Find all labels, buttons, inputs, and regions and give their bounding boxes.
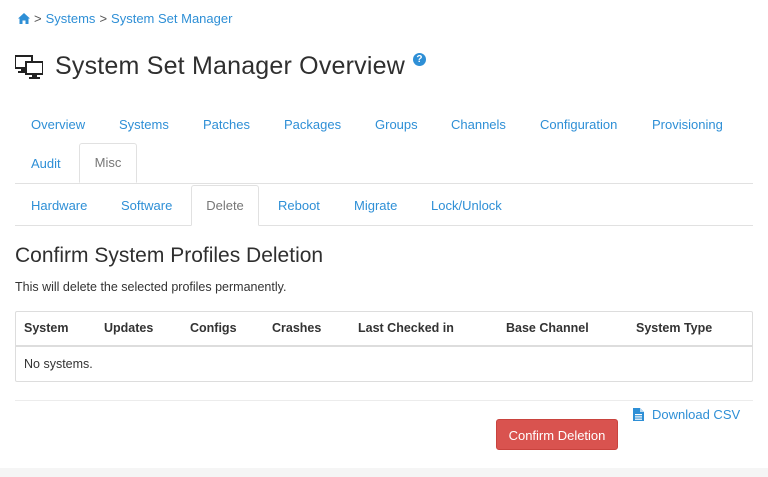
home-icon[interactable] [18, 13, 30, 24]
tab-delete[interactable]: Delete [191, 185, 259, 226]
help-icon[interactable]: ? [412, 53, 426, 66]
tab-provisioning[interactable]: Provisioning [652, 117, 723, 132]
tab-software[interactable]: Software [121, 198, 172, 213]
column-crashes[interactable]: Crashes [272, 321, 321, 335]
tab-misc[interactable]: Misc [79, 143, 137, 183]
column-last-checked-in[interactable]: Last Checked in [358, 321, 454, 335]
breadcrumb-separator: > [34, 11, 42, 26]
section-description: This will delete the selected profiles p… [15, 280, 287, 294]
tab-channels[interactable]: Channels [451, 117, 506, 132]
tab-systems[interactable]: Systems [119, 117, 169, 132]
column-base-channel[interactable]: Base Channel [506, 321, 589, 335]
systems-table: System Updates Configs Crashes Last Chec… [15, 311, 753, 382]
confirm-deletion-button[interactable]: Confirm Deletion [496, 419, 618, 450]
page-title: System Set Manager Overview [55, 52, 405, 80]
column-updates[interactable]: Updates [104, 321, 153, 335]
tab-groups[interactable]: Groups [375, 117, 418, 132]
breadcrumb-systems-link[interactable]: Systems [46, 11, 96, 26]
column-system[interactable]: System [24, 321, 68, 335]
monitor-icon [15, 54, 43, 79]
tab-migrate[interactable]: Migrate [354, 198, 397, 213]
column-configs[interactable]: Configs [190, 321, 237, 335]
tab-reboot[interactable]: Reboot [278, 198, 320, 213]
primary-tabs: Overview Systems Patches Packages Groups… [15, 104, 753, 184]
table-empty-message: No systems. [24, 357, 93, 371]
download-csv-link[interactable]: Download CSV [632, 407, 740, 422]
tab-overview[interactable]: Overview [31, 117, 85, 132]
tab-audit[interactable]: Audit [31, 156, 61, 171]
download-csv-label: Download CSV [652, 407, 741, 422]
breadcrumb-separator: > [99, 11, 108, 26]
breadcrumb: > Systems > System Set Manager [18, 11, 232, 26]
tab-configuration[interactable]: Configuration [540, 117, 617, 132]
tab-hardware[interactable]: Hardware [31, 198, 87, 213]
table-header: System Updates Configs Crashes Last Chec… [16, 312, 752, 347]
tab-lock-unlock[interactable]: Lock/Unlock [431, 198, 502, 213]
section-title: Confirm System Profiles Deletion [15, 244, 324, 267]
column-system-type[interactable]: System Type [636, 321, 712, 335]
file-csv-icon [633, 408, 644, 421]
divider [15, 400, 753, 401]
breadcrumb-ssm-link[interactable]: System Set Manager [111, 11, 232, 26]
page-header: System Set Manager Overview ? [15, 52, 426, 81]
tab-patches[interactable]: Patches [203, 117, 250, 132]
footer-strip [0, 468, 768, 477]
tab-packages[interactable]: Packages [284, 117, 341, 132]
secondary-tabs: Hardware Software Delete Reboot Migrate … [15, 185, 753, 226]
